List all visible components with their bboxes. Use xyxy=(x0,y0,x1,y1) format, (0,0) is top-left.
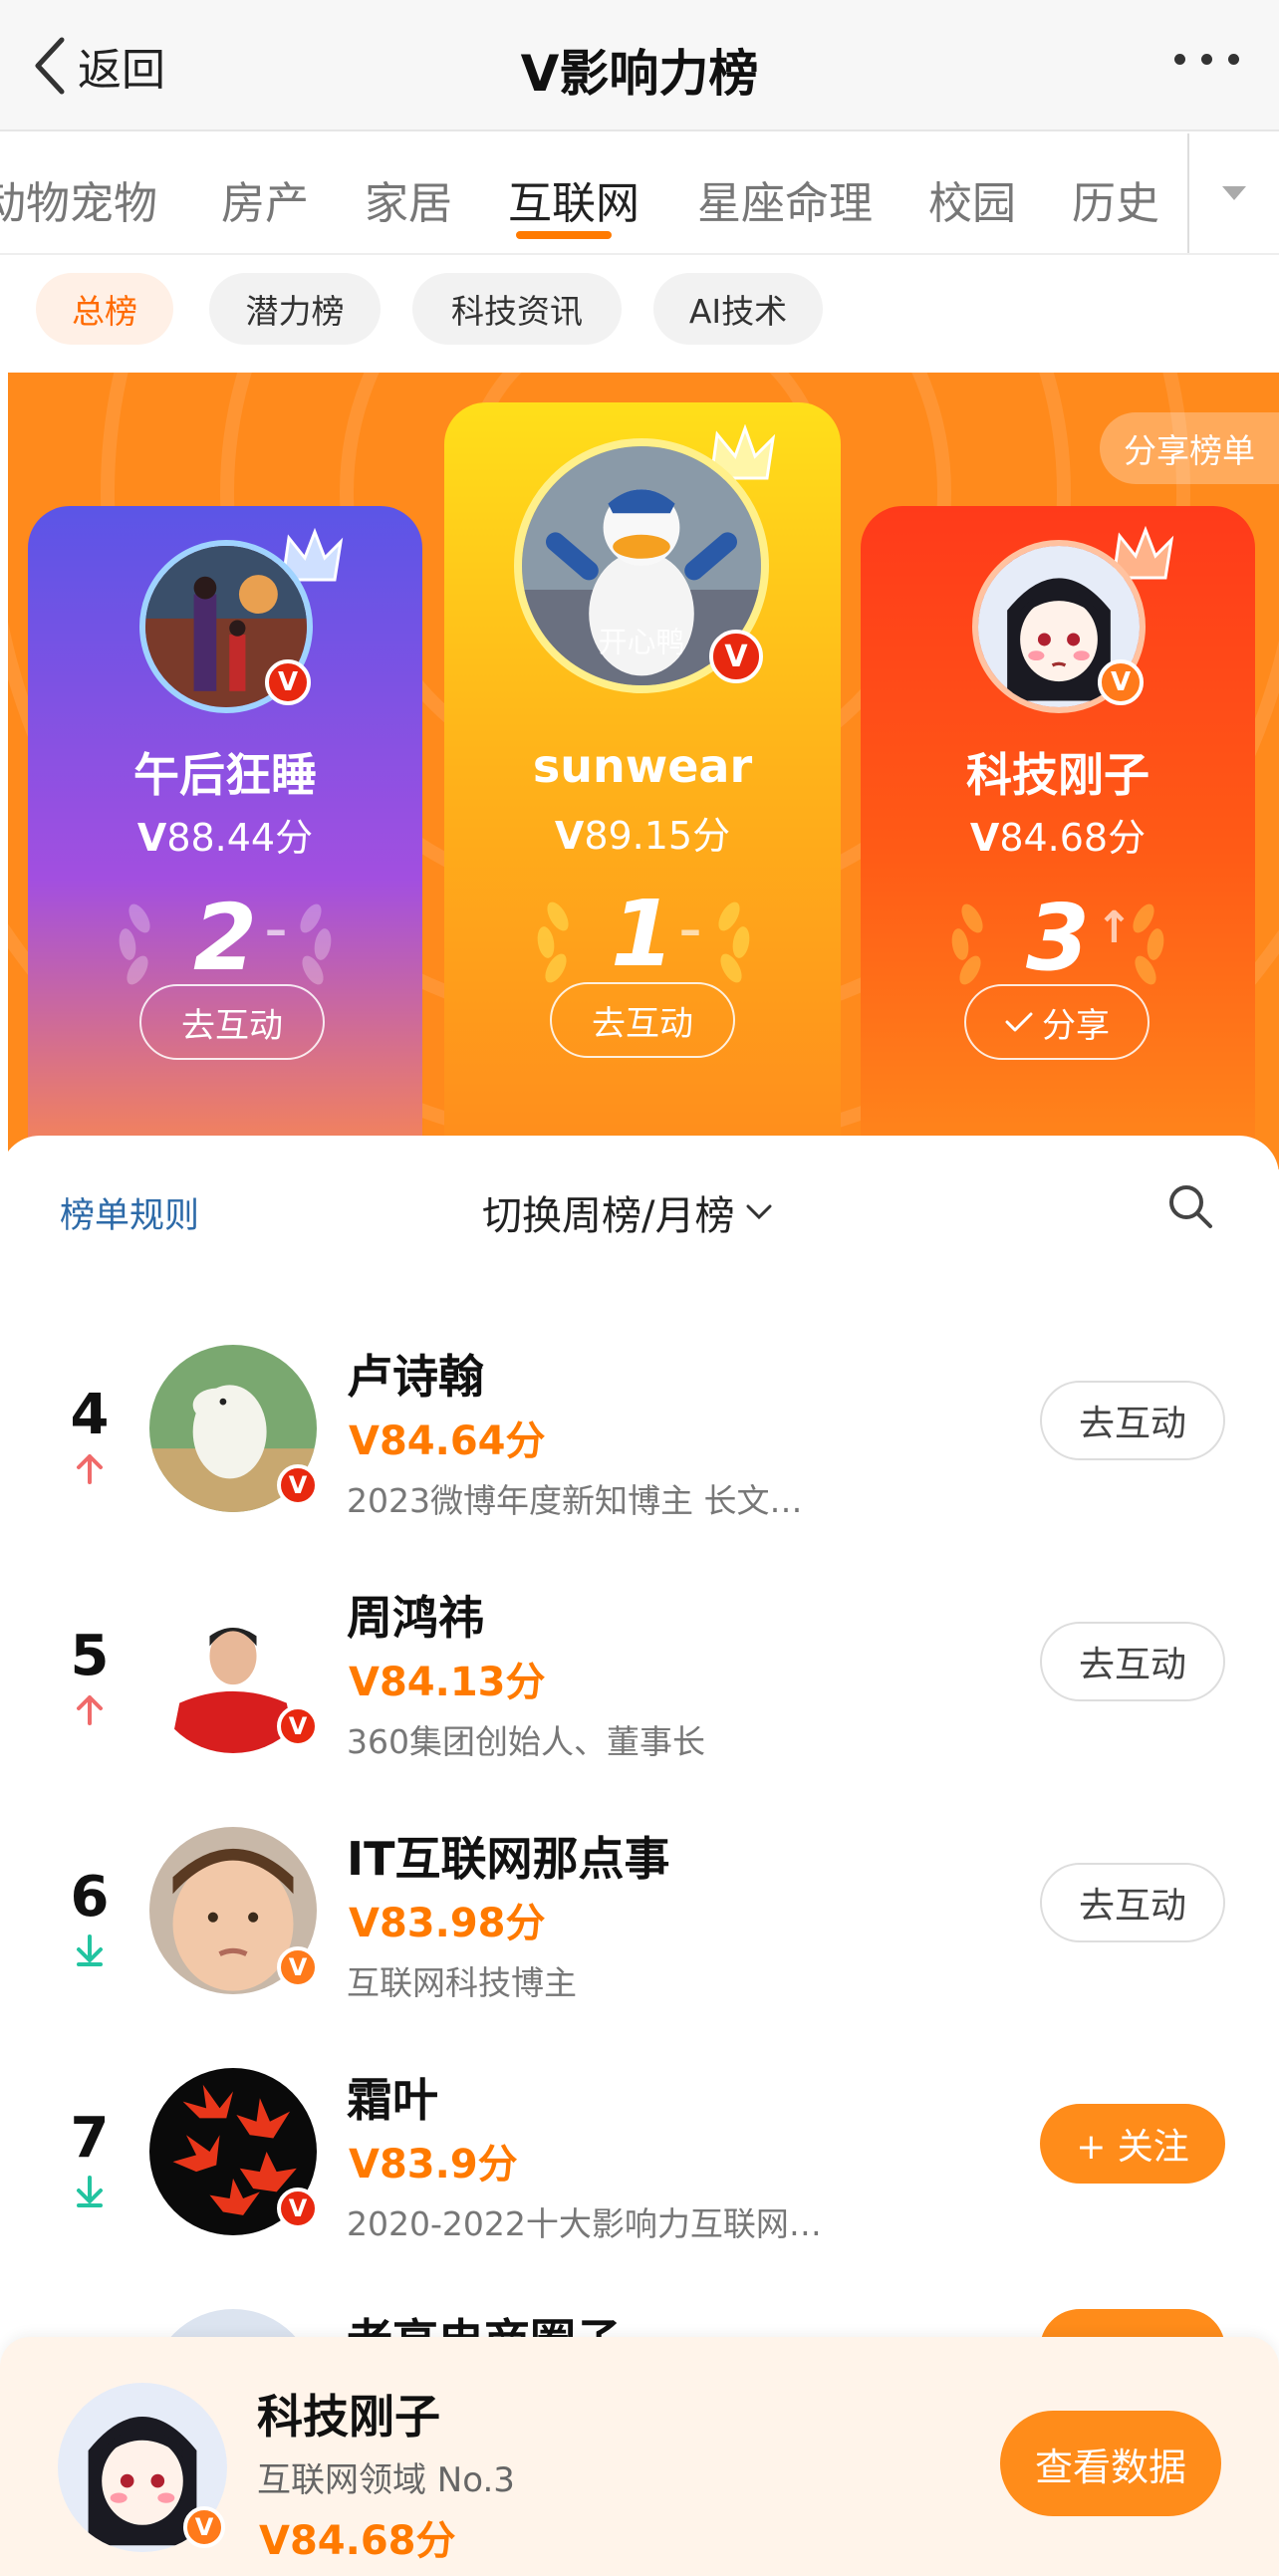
category-dropdown-button[interactable] xyxy=(1187,133,1279,253)
verified-v-icon: V xyxy=(277,2188,319,2229)
podium-name[interactable]: sunwear xyxy=(444,739,841,793)
row-description: 互联网科技博主 xyxy=(347,1963,577,2002)
list-item[interactable]: 7 V 霜叶 V83.9分 2020-2022十大影响力互联网… + 关注 xyxy=(0,2028,1279,2269)
avatar[interactable]: V xyxy=(149,1345,319,1512)
checkmark-icon xyxy=(1005,1012,1033,1032)
top-nav-bar: 返回 V影响力榜 xyxy=(0,0,1279,131)
avatar[interactable]: V xyxy=(149,1586,319,1753)
chevron-down-icon xyxy=(746,1204,772,1220)
arrow-down-icon xyxy=(77,2176,103,2207)
podium-rank-3: V 科技刚子 V84.68分 3 ↑ 分享 xyxy=(861,506,1255,1169)
follow-button[interactable]: + 关注 xyxy=(1040,2104,1225,2184)
arrow-up-icon xyxy=(77,1454,103,1484)
row-description: 360集团创始人、董事长 xyxy=(347,1722,705,1761)
pill-ai-tech[interactable]: AI技术 xyxy=(653,273,823,345)
tab-home[interactable]: 家居 xyxy=(365,167,452,231)
list-item[interactable]: 5 V 周鸿祎 V84.13分 360集团创始人、董事长 去互动 xyxy=(0,1546,1279,1787)
search-icon[interactable] xyxy=(1167,1183,1213,1229)
view-data-button[interactable]: 查看数据 xyxy=(1000,2411,1221,2516)
interact-button[interactable]: 去互动 xyxy=(1040,1381,1225,1460)
verified-v-icon: V xyxy=(265,659,311,705)
tab-astrology[interactable]: 星座命理 xyxy=(697,167,873,231)
podium-name[interactable]: 科技刚子 xyxy=(861,739,1255,805)
tab-internet[interactable]: 互联网 xyxy=(508,167,640,231)
row-score: V84.64分 xyxy=(349,1418,546,1464)
pill-overall[interactable]: 总榜 xyxy=(36,273,173,345)
row-name[interactable]: 霜叶 xyxy=(347,2064,438,2130)
podium-score: V88.44分 xyxy=(136,816,314,860)
verified-v-icon: V xyxy=(277,1705,319,1747)
category-tab-bar: 动物宠物 房产 家居 互联网 星座命理 校园 历史 xyxy=(0,133,1279,255)
podium-rank-2: V 午后狂睡 V88.44分 2 – 去互动 xyxy=(28,506,422,1169)
arrow-down-icon xyxy=(77,1934,103,1966)
avatar[interactable]: V xyxy=(149,2068,319,2235)
svg-text:开心鸭: 开心鸭 xyxy=(599,625,684,658)
row-score: V83.98分 xyxy=(349,1901,546,1946)
my-rank-bar: V 科技刚子 互联网领域 No.3 V84.68分 查看数据 xyxy=(0,2337,1279,2576)
triangle-down-icon xyxy=(1222,186,1246,200)
avatar[interactable]: V xyxy=(972,540,1146,713)
rank-change: ↑ xyxy=(1096,902,1133,953)
row-rank: 7 xyxy=(70,2106,110,2171)
verified-v-icon: V xyxy=(183,2506,225,2548)
rank-change: – xyxy=(265,904,287,955)
arrow-up-icon xyxy=(77,1695,103,1725)
list-item[interactable]: 6 V IT互联网那点事 V83.98分 互联网科技博主 去互动 xyxy=(0,1787,1279,2028)
active-tab-indicator xyxy=(516,231,612,239)
verified-v-icon: V xyxy=(277,1946,319,1988)
row-name[interactable]: 卢诗翰 xyxy=(347,1341,484,1407)
my-name: 科技刚子 xyxy=(257,2390,440,2444)
row-name[interactable]: 周鸿祎 xyxy=(347,1582,484,1648)
switch-period-label: 切换周榜/月榜 xyxy=(482,1193,735,1239)
avatar[interactable]: V xyxy=(58,2383,227,2552)
rank-number: 1 xyxy=(610,881,674,987)
switch-period-dropdown[interactable]: 切换周榜/月榜 xyxy=(482,1183,774,1241)
row-rank: 6 xyxy=(70,1865,110,1930)
rank-number: 3 xyxy=(1025,885,1090,991)
share-button[interactable]: 分享 xyxy=(964,984,1150,1060)
interact-button[interactable]: 去互动 xyxy=(1040,1622,1225,1701)
avatar[interactable]: 开心鸭 V xyxy=(514,438,769,693)
more-options-icon[interactable] xyxy=(1174,54,1239,65)
podium-name[interactable]: 午后狂睡 xyxy=(28,739,422,805)
row-score: V83.9分 xyxy=(349,2142,518,2188)
podium-score: V84.68分 xyxy=(969,816,1147,860)
ranking-rules-link[interactable]: 榜单规则 xyxy=(60,1187,199,1238)
share-label: 分享 xyxy=(1042,1005,1110,1046)
tab-campus[interactable]: 校园 xyxy=(928,167,1016,231)
tab-real-estate[interactable]: 房产 xyxy=(221,167,309,231)
avatar[interactable]: V xyxy=(149,1827,319,1994)
pill-tech-news[interactable]: 科技资讯 xyxy=(412,273,622,345)
row-score: V84.13分 xyxy=(349,1660,546,1705)
list-item[interactable]: 4 V 卢诗翰 V84.64分 2023微博年度新知博主 长文… 去互动 xyxy=(0,1305,1279,1546)
rank-number: 2 xyxy=(192,885,257,991)
podium-rank-1: 开心鸭 V sunwear V89.15分 1 – 去互动 xyxy=(444,402,841,1169)
verified-v-icon: V xyxy=(1098,659,1144,705)
row-description: 2020-2022十大影响力互联网… xyxy=(347,2204,822,2243)
interact-button[interactable]: 去互动 xyxy=(139,984,325,1060)
tab-history[interactable]: 历史 xyxy=(1072,167,1159,231)
verified-v-icon: V xyxy=(709,630,763,683)
avatar[interactable]: V xyxy=(139,540,313,713)
page-title: V影响力榜 xyxy=(520,45,759,103)
interact-button[interactable]: 去互动 xyxy=(550,982,735,1058)
tab-pets[interactable]: 动物宠物 xyxy=(0,167,157,231)
podium-score: V89.15分 xyxy=(554,814,731,858)
row-description: 2023微博年度新知博主 长文… xyxy=(347,1481,803,1520)
row-rank: 5 xyxy=(70,1624,110,1688)
my-rank-subtitle: 互联网领域 No.3 xyxy=(257,2460,515,2500)
sub-tab-bar: 总榜 潜力榜 科技资讯 AI技术 xyxy=(0,255,1279,365)
my-score: V84.68分 xyxy=(259,2518,456,2564)
verified-v-icon: V xyxy=(277,1464,319,1506)
pill-potential[interactable]: 潜力榜 xyxy=(209,273,381,345)
row-rank: 4 xyxy=(70,1383,110,1447)
row-name[interactable]: IT互联网那点事 xyxy=(347,1823,670,1889)
interact-button[interactable]: 去互动 xyxy=(1040,1863,1225,1942)
top3-banner: 分享榜单 V 午后狂睡 V88.44分 2 – 去互动 开心鸭 V sunwea… xyxy=(8,373,1279,1169)
share-board-button[interactable]: 分享榜单 xyxy=(1100,412,1279,484)
rank-change: – xyxy=(679,904,701,955)
